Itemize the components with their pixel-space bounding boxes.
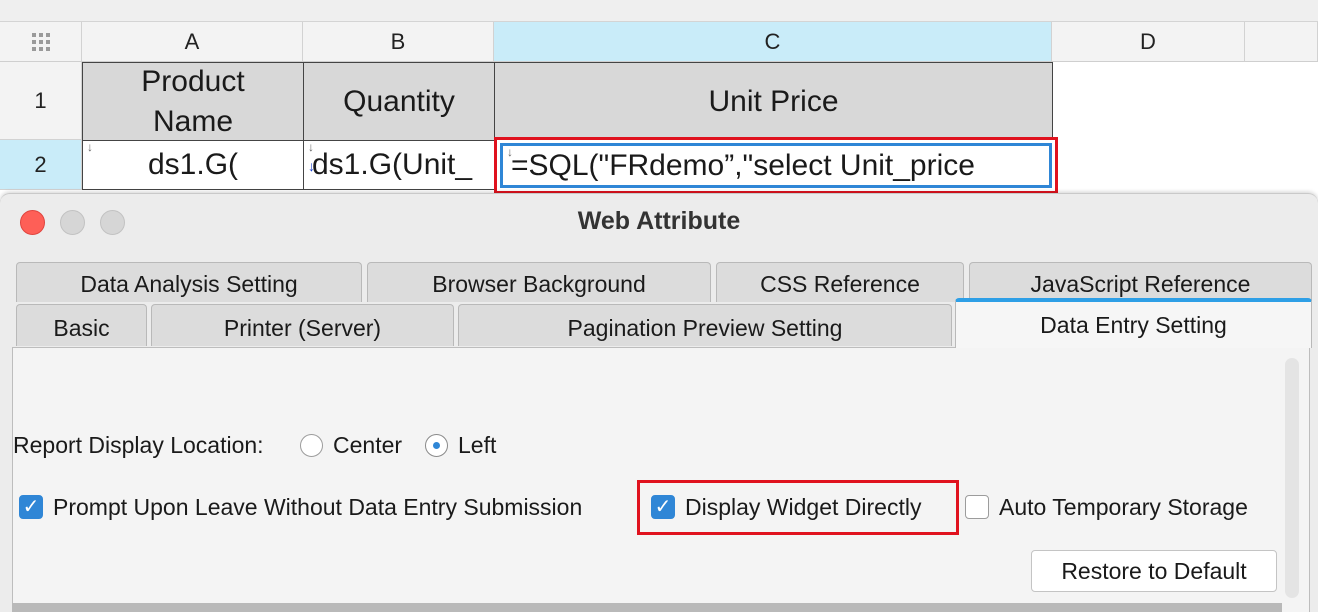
radio-left[interactable] [425, 434, 448, 457]
column-header-b[interactable]: B [303, 22, 494, 62]
panel-bottom-edge [12, 603, 1282, 612]
tab-basic[interactable]: Basic [16, 304, 147, 346]
expand-down-icon: ↓ [87, 140, 93, 154]
cell-c2-highlight[interactable]: ↓ =SQL("FRdemo”,"select Unit_price [494, 137, 1058, 194]
restore-to-default-button[interactable]: Restore to Default [1031, 550, 1277, 592]
auto-storage-checkbox[interactable] [965, 495, 989, 519]
report-display-location-label: Report Display Location: [13, 432, 264, 458]
cell-a2[interactable]: ↓ ds1.G( [82, 140, 304, 190]
column-header-c[interactable]: C [494, 22, 1052, 62]
cell-a1-text: Product Name [141, 64, 245, 138]
display-widget-checkbox[interactable]: ✓ [651, 495, 675, 519]
prompt-leave-label[interactable]: Prompt Upon Leave Without Data Entry Sub… [53, 494, 582, 521]
data-entry-settings-panel: Report Display Location: Center Left ✓ P… [12, 347, 1310, 612]
radio-center-label[interactable]: Center [333, 432, 402, 459]
tab-css-reference[interactable]: CSS Reference [716, 262, 964, 302]
web-attribute-dialog: Web Attribute Data Analysis Setting Brow… [0, 193, 1318, 612]
cell-c2-formula: =SQL("FRdemo”,"select Unit_price [511, 148, 975, 182]
prompt-leave-checkbox[interactable]: ✓ [19, 495, 43, 519]
maximize-window-button[interactable] [100, 210, 125, 235]
dialog-title: Web Attribute [577, 206, 741, 235]
cell-a1[interactable]: Product Name [82, 62, 304, 141]
column-header-a[interactable]: A [82, 22, 303, 62]
cell-b1-text: Quantity [343, 84, 455, 118]
tab-data-analysis-setting[interactable]: Data Analysis Setting [16, 262, 362, 302]
tab-printer-server[interactable]: Printer (Server) [151, 304, 454, 346]
display-widget-label[interactable]: Display Widget Directly [685, 494, 921, 521]
close-window-button[interactable] [20, 210, 45, 235]
expand-down-icon: ↓ [308, 140, 314, 154]
tab-javascript-reference[interactable]: JavaScript Reference [969, 262, 1312, 302]
select-all-corner[interactable] [0, 22, 82, 62]
column-header-d[interactable]: D [1052, 22, 1245, 62]
cell-c2[interactable]: ↓ =SQL("FRdemo”,"select Unit_price [500, 143, 1052, 188]
cell-b2-text: ds1.G(Unit_ [312, 148, 473, 181]
cell-b2[interactable]: ↓ ↓ ds1.G(Unit_ [303, 140, 495, 190]
spreadsheet: A B C D 1 2 Product Name Quantity Unit P… [0, 0, 1318, 200]
blue-down-arrow-icon: ↓ [308, 158, 315, 174]
cell-c1-text: Unit Price [708, 84, 839, 118]
radio-left-label[interactable]: Left [458, 432, 496, 459]
row-header-1[interactable]: 1 [0, 62, 82, 140]
column-header-empty[interactable] [1245, 22, 1318, 62]
radio-center[interactable] [300, 434, 323, 457]
minimize-window-button[interactable] [60, 210, 85, 235]
checkmark-icon: ✓ [22, 496, 40, 518]
vertical-scrollbar[interactable] [1285, 358, 1299, 598]
cell-a2-text: ds1.G( [147, 148, 239, 181]
tab-data-entry-setting[interactable]: Data Entry Setting [955, 298, 1312, 348]
auto-storage-label[interactable]: Auto Temporary Storage [999, 494, 1248, 521]
row-header-2[interactable]: 2 [0, 140, 82, 190]
cell-b1[interactable]: Quantity [303, 62, 495, 141]
tab-pagination-preview-setting[interactable]: Pagination Preview Setting [458, 304, 952, 346]
expand-down-icon: ↓ [507, 145, 513, 159]
grid-icon [31, 32, 50, 51]
sheet-top-strip [0, 0, 1318, 22]
tab-browser-background[interactable]: Browser Background [367, 262, 711, 302]
checkmark-icon: ✓ [654, 496, 672, 518]
cell-c1[interactable]: Unit Price [494, 62, 1053, 141]
